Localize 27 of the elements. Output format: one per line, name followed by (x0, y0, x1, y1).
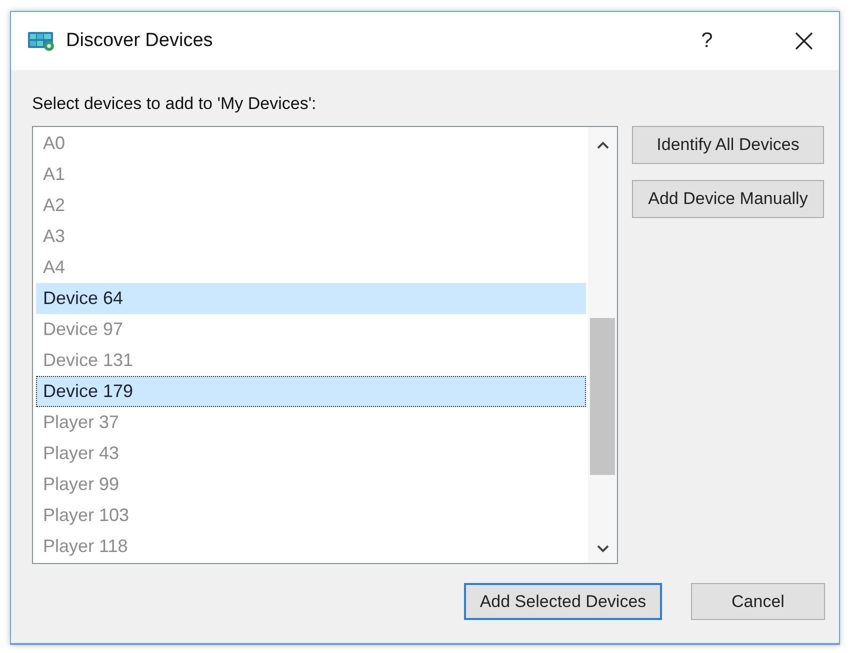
action-button[interactable]: Add Device Manually (632, 180, 824, 218)
list-item[interactable]: Device 97 (36, 314, 586, 345)
list-item[interactable]: A4 (36, 252, 586, 283)
scroll-thumb[interactable] (590, 318, 615, 475)
instruction-label: Select devices to add to 'My Devices': (32, 93, 318, 115)
scrollbar[interactable] (588, 127, 617, 563)
list-item[interactable]: A0 (36, 128, 586, 159)
list-item[interactable]: Player 99 (36, 469, 586, 500)
close-icon (795, 32, 813, 50)
list-item[interactable]: Player 37 (36, 407, 586, 438)
list-item[interactable]: Device 131 (36, 345, 586, 376)
list-item[interactable]: A3 (36, 221, 586, 252)
app-icon (28, 31, 55, 51)
dialog-button[interactable]: Cancel (691, 583, 825, 620)
scroll-down-icon[interactable] (596, 545, 608, 553)
dialog-button[interactable]: Add Selected Devices (464, 583, 662, 620)
help-button[interactable]: ? (684, 21, 730, 61)
list-item[interactable]: Device 179 (36, 376, 586, 407)
action-button[interactable]: Identify All Devices (632, 126, 824, 164)
list-item[interactable]: Player 118 (36, 531, 586, 562)
window-title: Discover Devices (66, 30, 214, 52)
list-item[interactable]: Player 43 (36, 438, 586, 469)
list-item[interactable]: Player 103 (36, 500, 586, 531)
list-item[interactable]: A1 (36, 159, 586, 190)
list-item[interactable]: Device 64 (36, 283, 586, 314)
list-item[interactable]: A2 (36, 190, 586, 221)
scroll-up-icon[interactable] (596, 141, 608, 149)
